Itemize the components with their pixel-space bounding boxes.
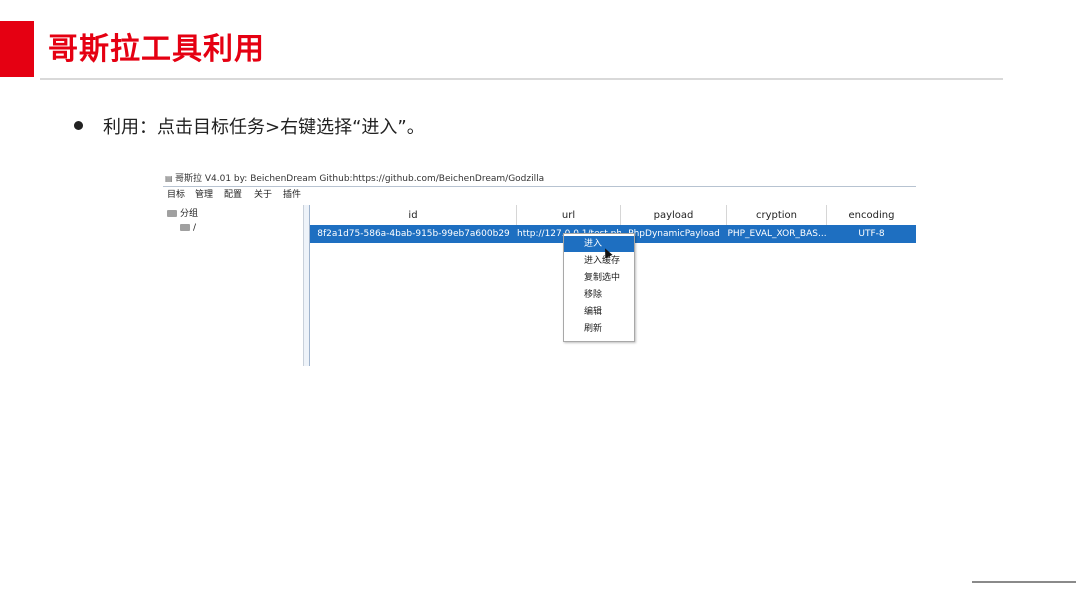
- menu-manage[interactable]: 管理: [195, 190, 213, 201]
- cell-cryption: PHP_EVAL_XOR_BAS...: [727, 229, 827, 239]
- window-title: 哥斯拉 V4.01 by: BeichenDream Github:https:…: [175, 174, 545, 184]
- col-cryption[interactable]: cryption: [727, 205, 827, 225]
- menu-config[interactable]: 配置: [224, 190, 242, 201]
- ctx-remove[interactable]: 移除: [564, 287, 634, 303]
- bullet-dot: [74, 121, 83, 130]
- col-id[interactable]: id: [310, 205, 517, 225]
- godzilla-window: ▤ 哥斯拉 V4.01 by: BeichenDream Github:http…: [163, 172, 916, 366]
- bullet-text: 利用：点击目标任务>右键选择“进入”。: [103, 117, 425, 138]
- cell-payload: PhpDynamicPayload: [628, 229, 720, 239]
- ctx-refresh[interactable]: 刷新: [564, 321, 634, 337]
- ctx-enter[interactable]: 进入: [564, 236, 634, 252]
- tree-child-label: /: [193, 223, 197, 233]
- ctx-copy-selected[interactable]: 复制选中: [564, 270, 634, 286]
- folder-icon: [167, 210, 177, 217]
- col-url[interactable]: url: [517, 205, 621, 225]
- folder-icon: [180, 224, 190, 231]
- window-titlebar: ▤ 哥斯拉 V4.01 by: BeichenDream Github:http…: [163, 172, 916, 187]
- table-header: id url payload cryption encoding: [310, 205, 916, 226]
- tree-child[interactable]: /: [180, 222, 196, 234]
- col-payload[interactable]: payload: [621, 205, 727, 225]
- app-icon: ▤: [165, 174, 173, 183]
- context-menu: 进入 进入缓存 复制选中 移除 编辑 刷新: [563, 233, 635, 342]
- ctx-edit[interactable]: 编辑: [564, 304, 634, 320]
- tree-root-label: 分组: [180, 209, 199, 219]
- title-accent-bar: [0, 21, 34, 77]
- col-encoding[interactable]: encoding: [827, 205, 916, 225]
- menu-plugins[interactable]: 插件: [283, 190, 301, 201]
- title-divider: [40, 78, 1003, 80]
- group-tree-pane: 分组 /: [163, 205, 304, 366]
- menu-bar: 目标 管理 配置 关于 插件: [163, 188, 916, 203]
- slide-title: 哥斯拉工具利用: [48, 32, 265, 67]
- footer-line: [972, 581, 1076, 583]
- ctx-enter-cache[interactable]: 进入缓存: [564, 253, 634, 269]
- cell-id: 8f2a1d75-586a-4bab-915b-99eb7a600b29: [317, 229, 510, 239]
- menu-target[interactable]: 目标: [167, 190, 185, 201]
- menu-about[interactable]: 关于: [254, 190, 272, 201]
- cell-encoding: UTF-8: [858, 229, 885, 239]
- tree-root[interactable]: 分组: [167, 208, 198, 220]
